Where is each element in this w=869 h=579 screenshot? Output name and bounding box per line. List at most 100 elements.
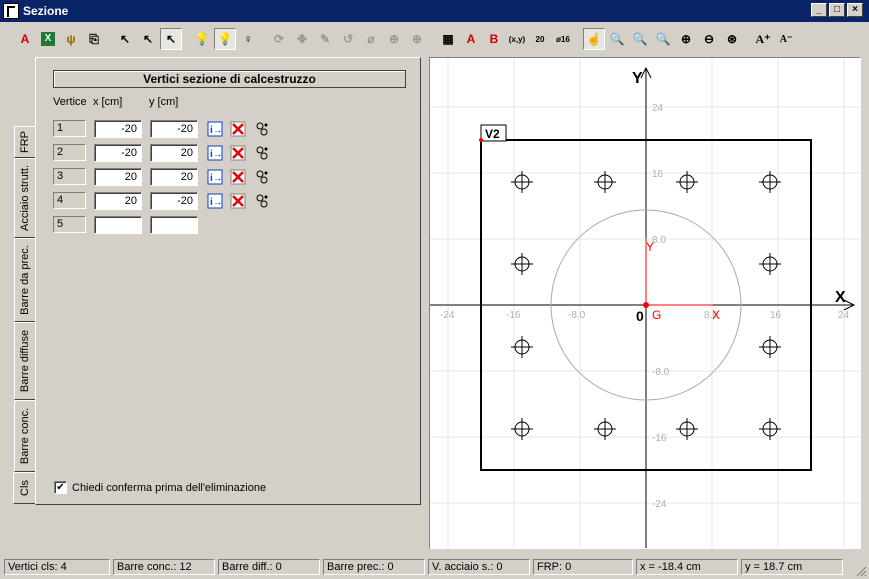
excel-icon[interactable]: X [37,28,59,50]
section-plot[interactable]: -24 -16 -8.0 8.0 16 24 24 16 8.0 -8.0 -1… [429,57,861,549]
insert-vertex-icon[interactable]: i→ [206,144,224,162]
crosshair-alt-icon[interactable]: ⊕ [406,28,428,50]
resize-grip[interactable] [855,565,867,577]
y-tick: -8.0 [652,367,670,378]
zoom-in-icon[interactable]: ⊕ [675,28,697,50]
vertex-y-input[interactable] [150,216,198,234]
crosshair-icon[interactable]: ⊕ [383,28,405,50]
vertex-options-icon[interactable] [253,192,271,210]
local-x-label: X [712,308,720,322]
bulb-off-icon[interactable]: ♀ [237,28,259,50]
grid-icon[interactable]: ▦ [437,28,459,50]
checkbox[interactable]: ✔ [54,481,67,494]
y-axis-label: Y [632,70,643,87]
tab-label: FRP [19,131,31,153]
x-tick: -8.0 [568,310,586,321]
delete-vertex-icon[interactable] [229,120,247,138]
tab-barre-conc[interactable]: Barre conc. [14,400,36,472]
edit-pointer-icon[interactable]: ↖ [160,28,182,50]
add-vertex-a-icon[interactable]: A [460,28,482,50]
vertex-y-input[interactable]: -20 [150,192,198,210]
font-smaller-icon[interactable]: A⁻ [775,28,797,50]
status-x-coord: x = -18.4 cm [636,559,738,575]
zoom-extents-icon[interactable]: ⊛ [721,28,743,50]
tab-frp[interactable]: FRP [14,126,36,158]
y-tick: -16 [652,433,667,444]
tab-cls[interactable]: Cls [13,472,35,504]
vertex-id: 2 [53,144,86,161]
vertex-x-input[interactable] [94,216,142,234]
svg-text:i→: i→ [210,173,223,184]
vertices-panel [35,57,421,505]
undo-rotate-icon[interactable]: ↺ [337,28,359,50]
ruler-icon[interactable]: ⌀ [360,28,382,50]
add-pointer-icon[interactable]: ↖ [137,28,159,50]
vertex-x-input[interactable]: 20 [94,192,142,210]
font-larger-icon[interactable]: A⁺ [752,28,774,50]
vertex-id: 4 [53,192,86,209]
y-tick: 16 [652,169,664,180]
select-pointer-icon[interactable]: ↖ [114,28,136,50]
origin-label: 0 [636,308,644,324]
move-icon[interactable]: ✥ [291,28,313,50]
tab-barre-diffuse[interactable]: Barre diffuse [14,322,36,400]
vertex-y-input[interactable]: 20 [150,168,198,186]
bulb-active-icon[interactable]: 💡 [214,28,236,50]
group-title: Vertici sezione di calcestruzzo [53,70,406,88]
zoom-window-icon[interactable]: 🔍 [606,28,628,50]
copy-icon[interactable]: ⎘ [83,28,105,50]
vertex-id: 1 [53,120,86,137]
status-acciaio: V. acciaio s.: 0 [428,559,530,575]
rebar-marker[interactable] [676,171,698,193]
zoom-previous-icon[interactable]: 🔍 [652,28,674,50]
vertex-options-icon[interactable] [253,120,271,138]
zoom-dynamic-icon[interactable]: 🔍 [629,28,651,50]
close-button[interactable]: × [847,3,863,17]
vertex-y-input[interactable]: 20 [150,144,198,162]
x-tick: -24 [440,310,455,321]
vertex-x-input[interactable]: 20 [94,168,142,186]
bar-size-icon[interactable]: ø16 [552,28,574,50]
tab-label: Cls [18,480,31,496]
vertex-options-icon[interactable] [253,168,271,186]
svg-text:i→: i→ [210,125,223,136]
status-y-coord: y = 18.7 cm [741,559,843,575]
vertex-options-icon[interactable] [253,144,271,162]
col-header-x: x [cm] [93,96,123,108]
status-barre-conc: Barre conc.: 12 [113,559,215,575]
pan-hand-icon[interactable]: ☝ [583,28,605,50]
plot-svg[interactable]: -24 -16 -8.0 8.0 16 24 24 16 8.0 -8.0 -1… [430,58,860,548]
insert-vertex-icon[interactable]: i→ [206,168,224,186]
rebar-marker[interactable] [594,171,616,193]
app-icon[interactable] [3,3,19,19]
status-bar: Vertici cls: 4 Barre conc.: 12 Barre dif… [0,557,869,579]
dimension-icon[interactable]: 20 [529,28,551,50]
tab-acciaio-strutt[interactable]: Acciaio strutt. [14,158,36,238]
confirm-delete-checkbox[interactable]: ✔ Chiedi conferma prima dell'eliminazion… [54,481,266,494]
add-vertex-b-icon[interactable]: B [483,28,505,50]
y-tick: -24 [652,499,667,510]
brush-icon[interactable]: ψ [60,28,82,50]
window-title: Sezione [23,4,69,18]
delete-vertex-icon[interactable] [229,192,247,210]
vertex-x-input[interactable]: -20 [94,120,142,138]
zoom-out-icon[interactable]: ⊖ [698,28,720,50]
tab-barre-da-prec[interactable]: Barre da prec. [14,238,36,322]
delete-vertex-icon[interactable] [229,168,247,186]
delete-vertex-icon[interactable] [229,144,247,162]
rotate-icon[interactable]: ⟳ [268,28,290,50]
insert-vertex-icon[interactable]: i→ [206,120,224,138]
confirm-delete-label: Chiedi conferma prima dell'eliminazione [72,481,267,494]
minimize-button[interactable]: _ [811,3,827,17]
selected-vertex[interactable] [479,138,483,142]
tab-label: Barre conc. [19,407,31,465]
vertex-x-input[interactable]: -20 [94,144,142,162]
bulb-icon[interactable]: 💡 [191,28,213,50]
x-tick: 16 [770,310,782,321]
maximize-button[interactable]: □ [829,3,845,17]
insert-vertex-icon[interactable]: i→ [206,192,224,210]
xy-coords-icon[interactable]: (x,y) [506,28,528,50]
pdf-icon[interactable]: A [14,28,36,50]
vertex-y-input[interactable]: -20 [150,120,198,138]
pencil-icon[interactable]: ✎ [314,28,336,50]
